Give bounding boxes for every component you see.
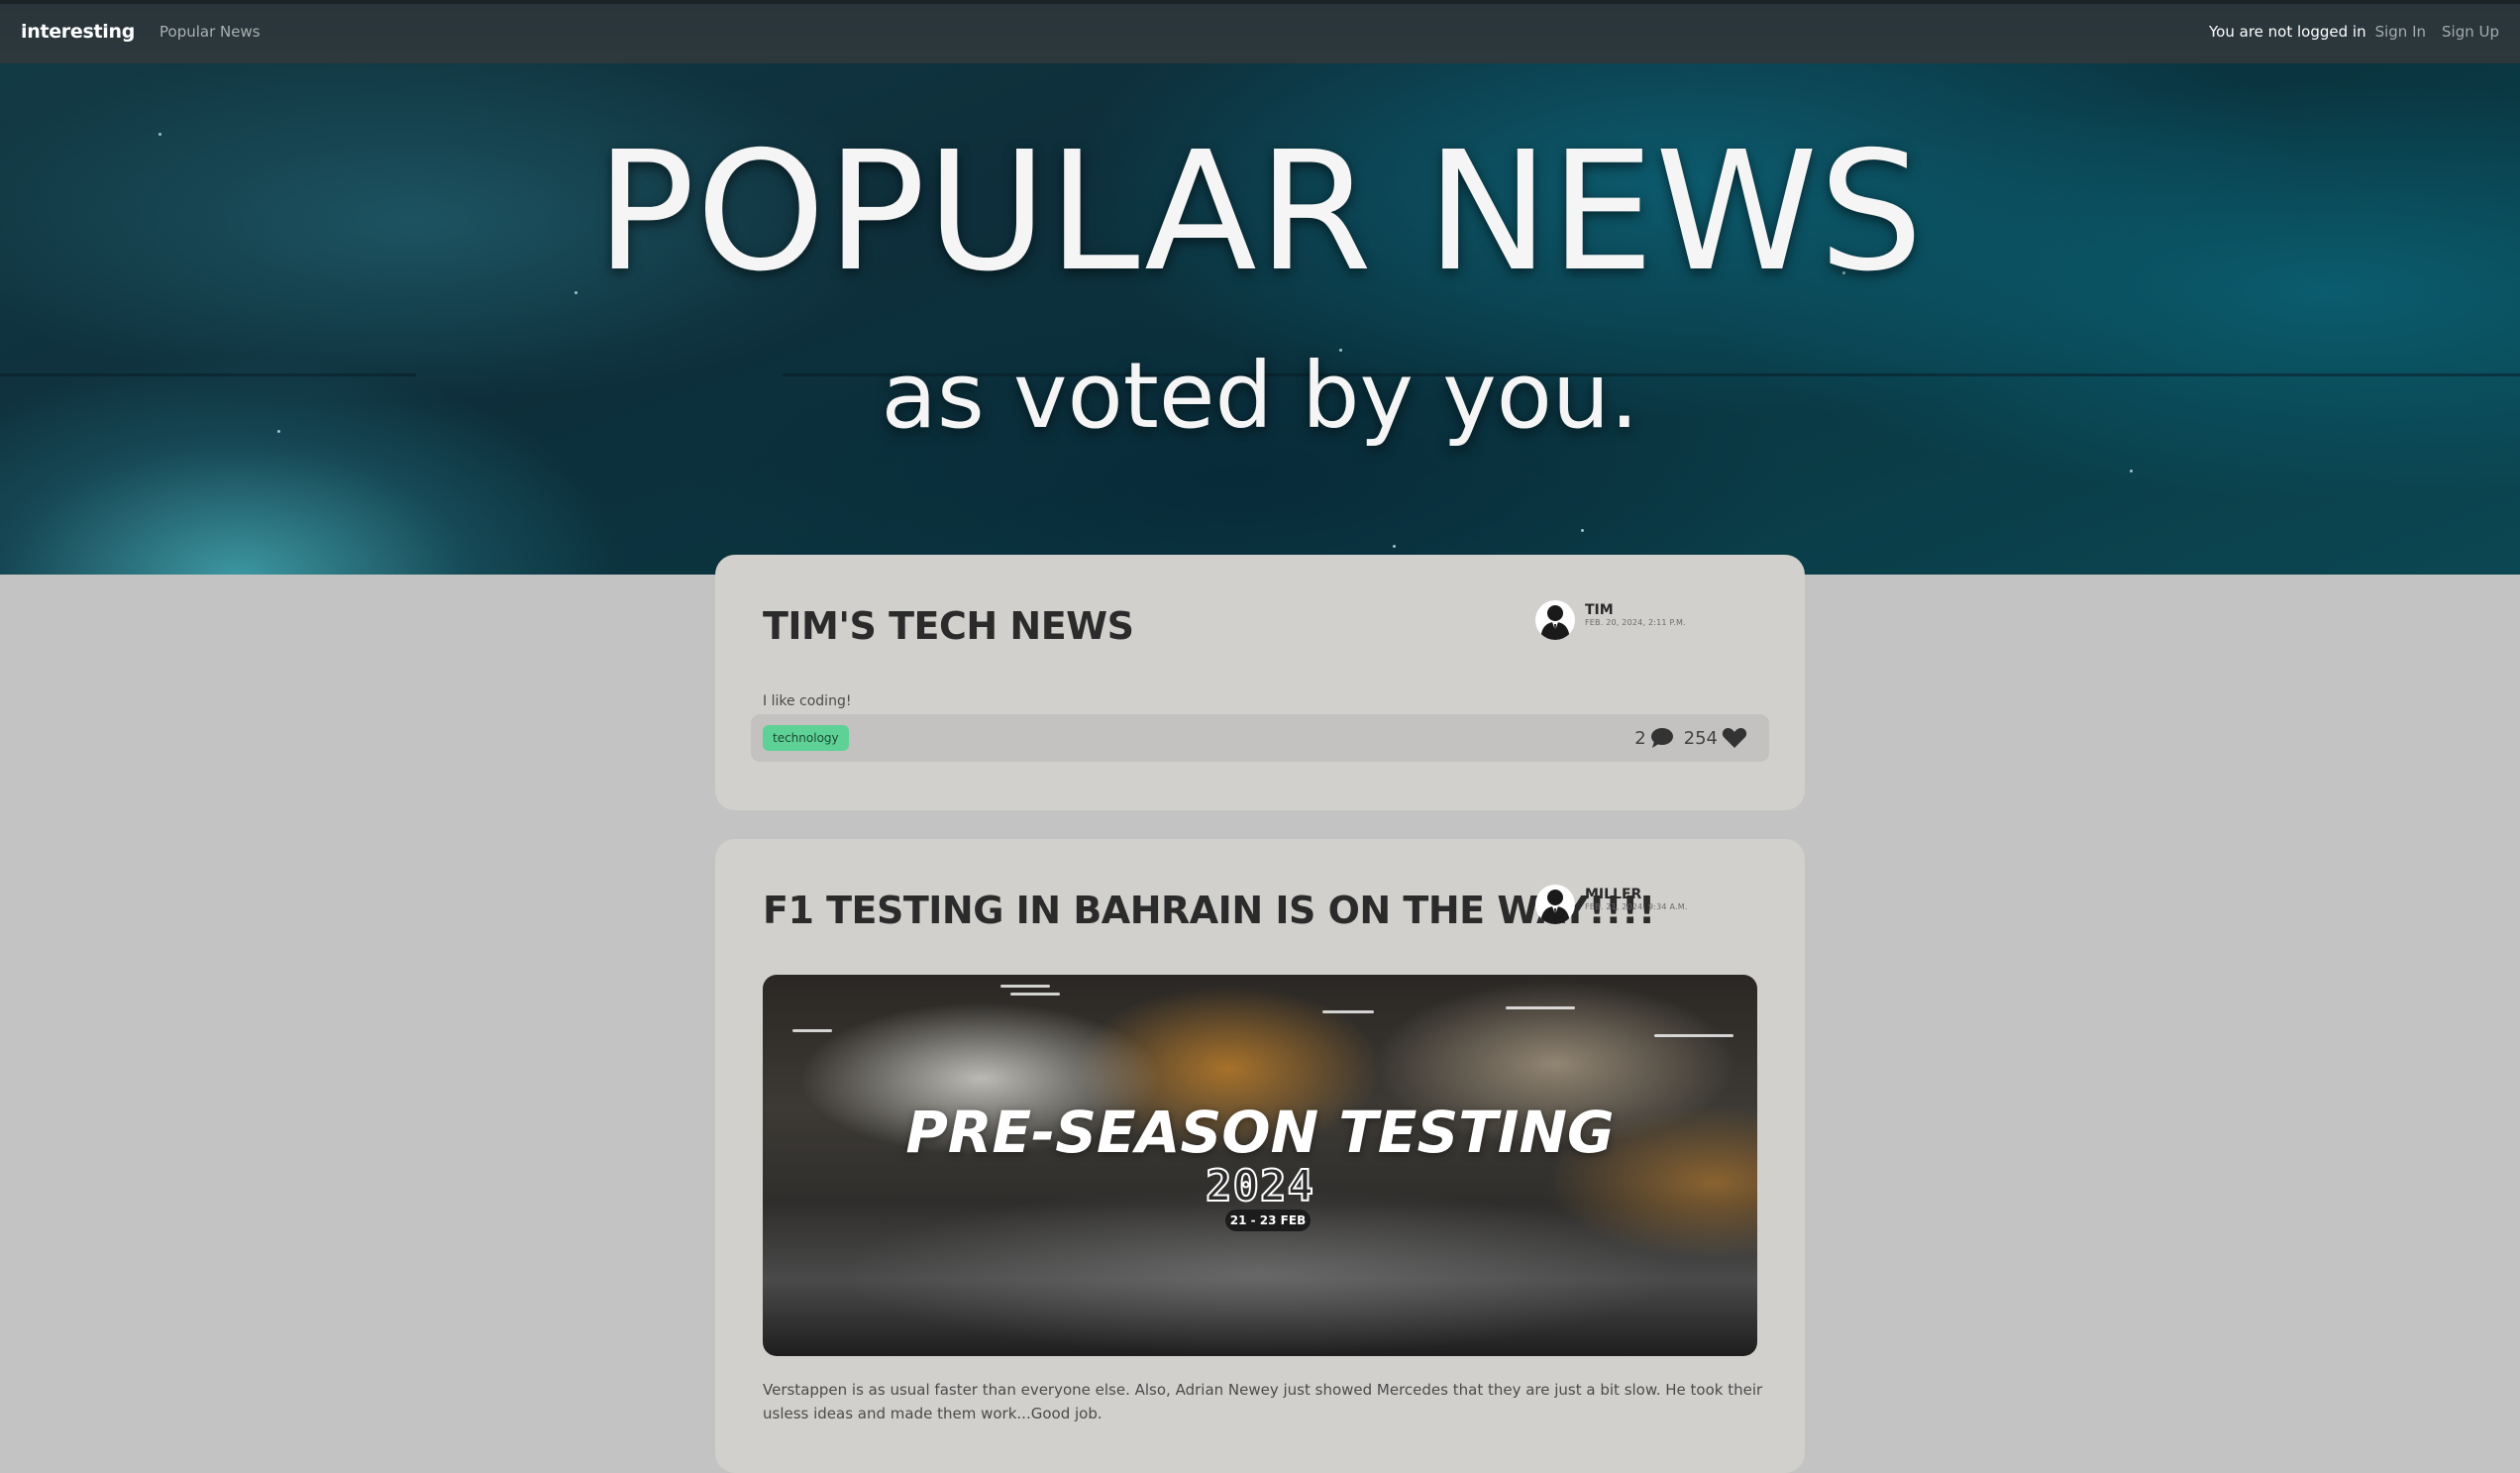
- nav-link-popular-news[interactable]: Popular News: [159, 23, 261, 41]
- light-streak: [792, 1029, 832, 1032]
- user-silhouette-icon: [1540, 605, 1570, 640]
- post-description: I like coding!: [763, 693, 852, 709]
- post-date: FEB. 20, 2024, 2:11 P.M.: [1585, 618, 1686, 628]
- image-year: 2024: [1205, 1160, 1314, 1212]
- comment-count[interactable]: 2: [1634, 727, 1673, 749]
- post-author: MILLER FEB. 21, 2024, 9:34 A.M.: [1535, 885, 1688, 924]
- like-count[interactable]: 254: [1684, 727, 1747, 749]
- top-navbar: interesting Popular News You are not log…: [0, 0, 2520, 63]
- comment-icon: [1650, 728, 1673, 748]
- light-streak: [1010, 993, 1060, 996]
- brand-logo[interactable]: interesting: [21, 21, 135, 43]
- post-meta-bar: technology 2 254: [751, 714, 1769, 762]
- hero-star: [2130, 470, 2133, 473]
- author-details: MILLER FEB. 21, 2024, 9:34 A.M.: [1585, 887, 1688, 913]
- hero-star: [1393, 545, 1396, 548]
- nav-auth-area: You are not logged in Sign In Sign Up: [2209, 23, 2499, 41]
- hero-title: POPULAR NEWS: [595, 117, 1925, 308]
- user-silhouette-icon: [1540, 890, 1570, 924]
- light-streak: [1654, 1034, 1733, 1037]
- sign-up-link[interactable]: Sign Up: [2442, 23, 2499, 41]
- post-author: TIM FEB. 20, 2024, 2:11 P.M.: [1535, 600, 1686, 640]
- image-date-badge: 21 - 23 FEB: [1225, 1210, 1311, 1231]
- sign-in-link[interactable]: Sign In: [2375, 23, 2426, 41]
- post-card: F1 TESTING IN BAHRAIN IS ON THE WAY!!!! …: [715, 839, 1805, 1473]
- light-streak: [1000, 985, 1050, 988]
- light-streak: [1322, 1010, 1374, 1013]
- post-title[interactable]: TIM'S TECH NEWS: [763, 604, 1134, 648]
- image-title: PRE-SEASON TESTING: [905, 1099, 1615, 1166]
- tag-badge[interactable]: technology: [763, 725, 849, 751]
- light-streak: [1506, 1006, 1575, 1009]
- avatar: [1535, 600, 1575, 640]
- avatar: [1535, 885, 1575, 924]
- author-name[interactable]: TIM: [1585, 602, 1686, 618]
- author-name[interactable]: MILLER: [1585, 887, 1688, 902]
- post-date: FEB. 21, 2024, 9:34 A.M.: [1585, 902, 1688, 912]
- post-image[interactable]: PRE-SEASON TESTING 2024 21 - 23 FEB: [763, 975, 1757, 1356]
- heart-icon: [1722, 728, 1747, 748]
- hero-subtitle: as voted by you.: [881, 343, 1639, 449]
- hero-banner: POPULAR NEWS as voted by you.: [0, 63, 2520, 575]
- post-counts: 2 254: [1634, 727, 1757, 749]
- post-title[interactable]: F1 TESTING IN BAHRAIN IS ON THE WAY!!!!: [763, 889, 1655, 932]
- hero-star: [1581, 529, 1584, 532]
- comment-count-value: 2: [1634, 727, 1646, 749]
- post-body: Verstappen is as usual faster than every…: [763, 1381, 1763, 1422]
- login-status-text: You are not logged in: [2209, 23, 2366, 41]
- post-card: TIM'S TECH NEWS TIM FEB. 20, 2024, 2:11 …: [715, 555, 1805, 810]
- like-count-value: 254: [1683, 727, 1718, 749]
- author-details: TIM FEB. 20, 2024, 2:11 P.M.: [1585, 602, 1686, 629]
